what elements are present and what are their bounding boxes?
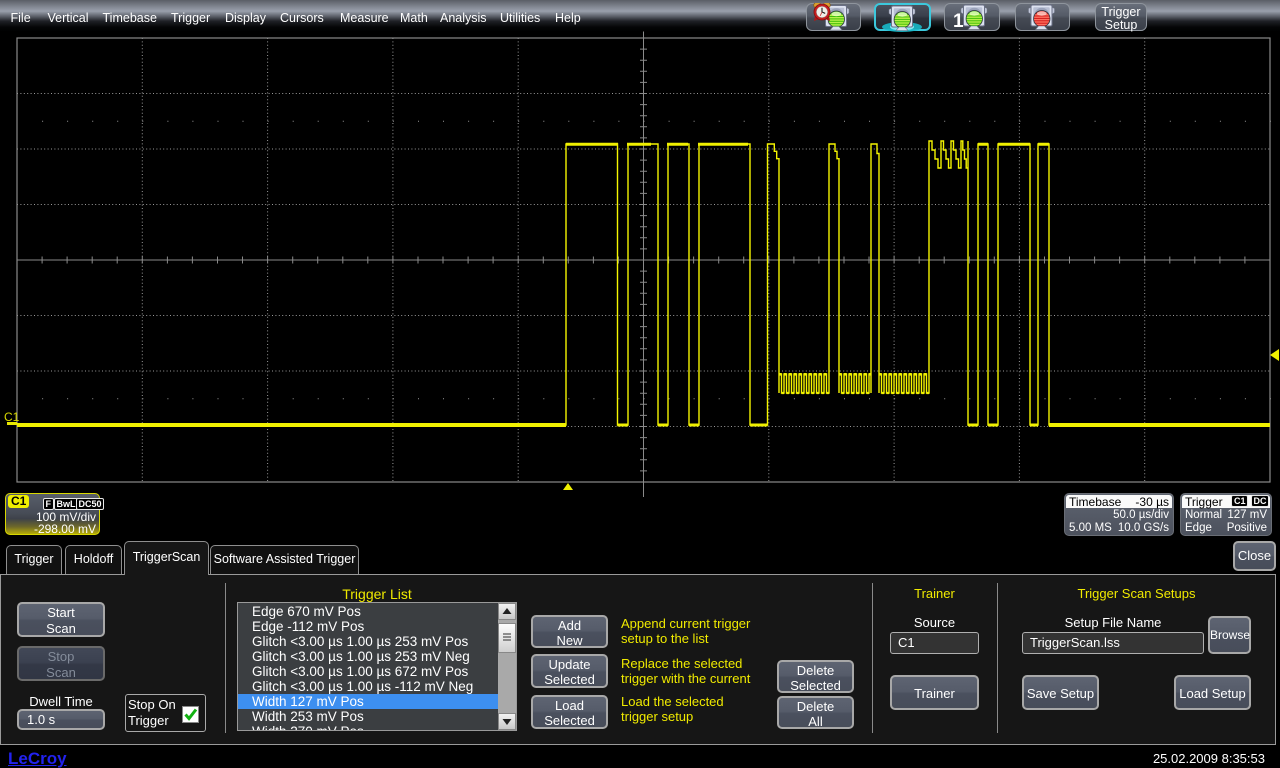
svg-text:C1: C1 <box>4 410 20 424</box>
